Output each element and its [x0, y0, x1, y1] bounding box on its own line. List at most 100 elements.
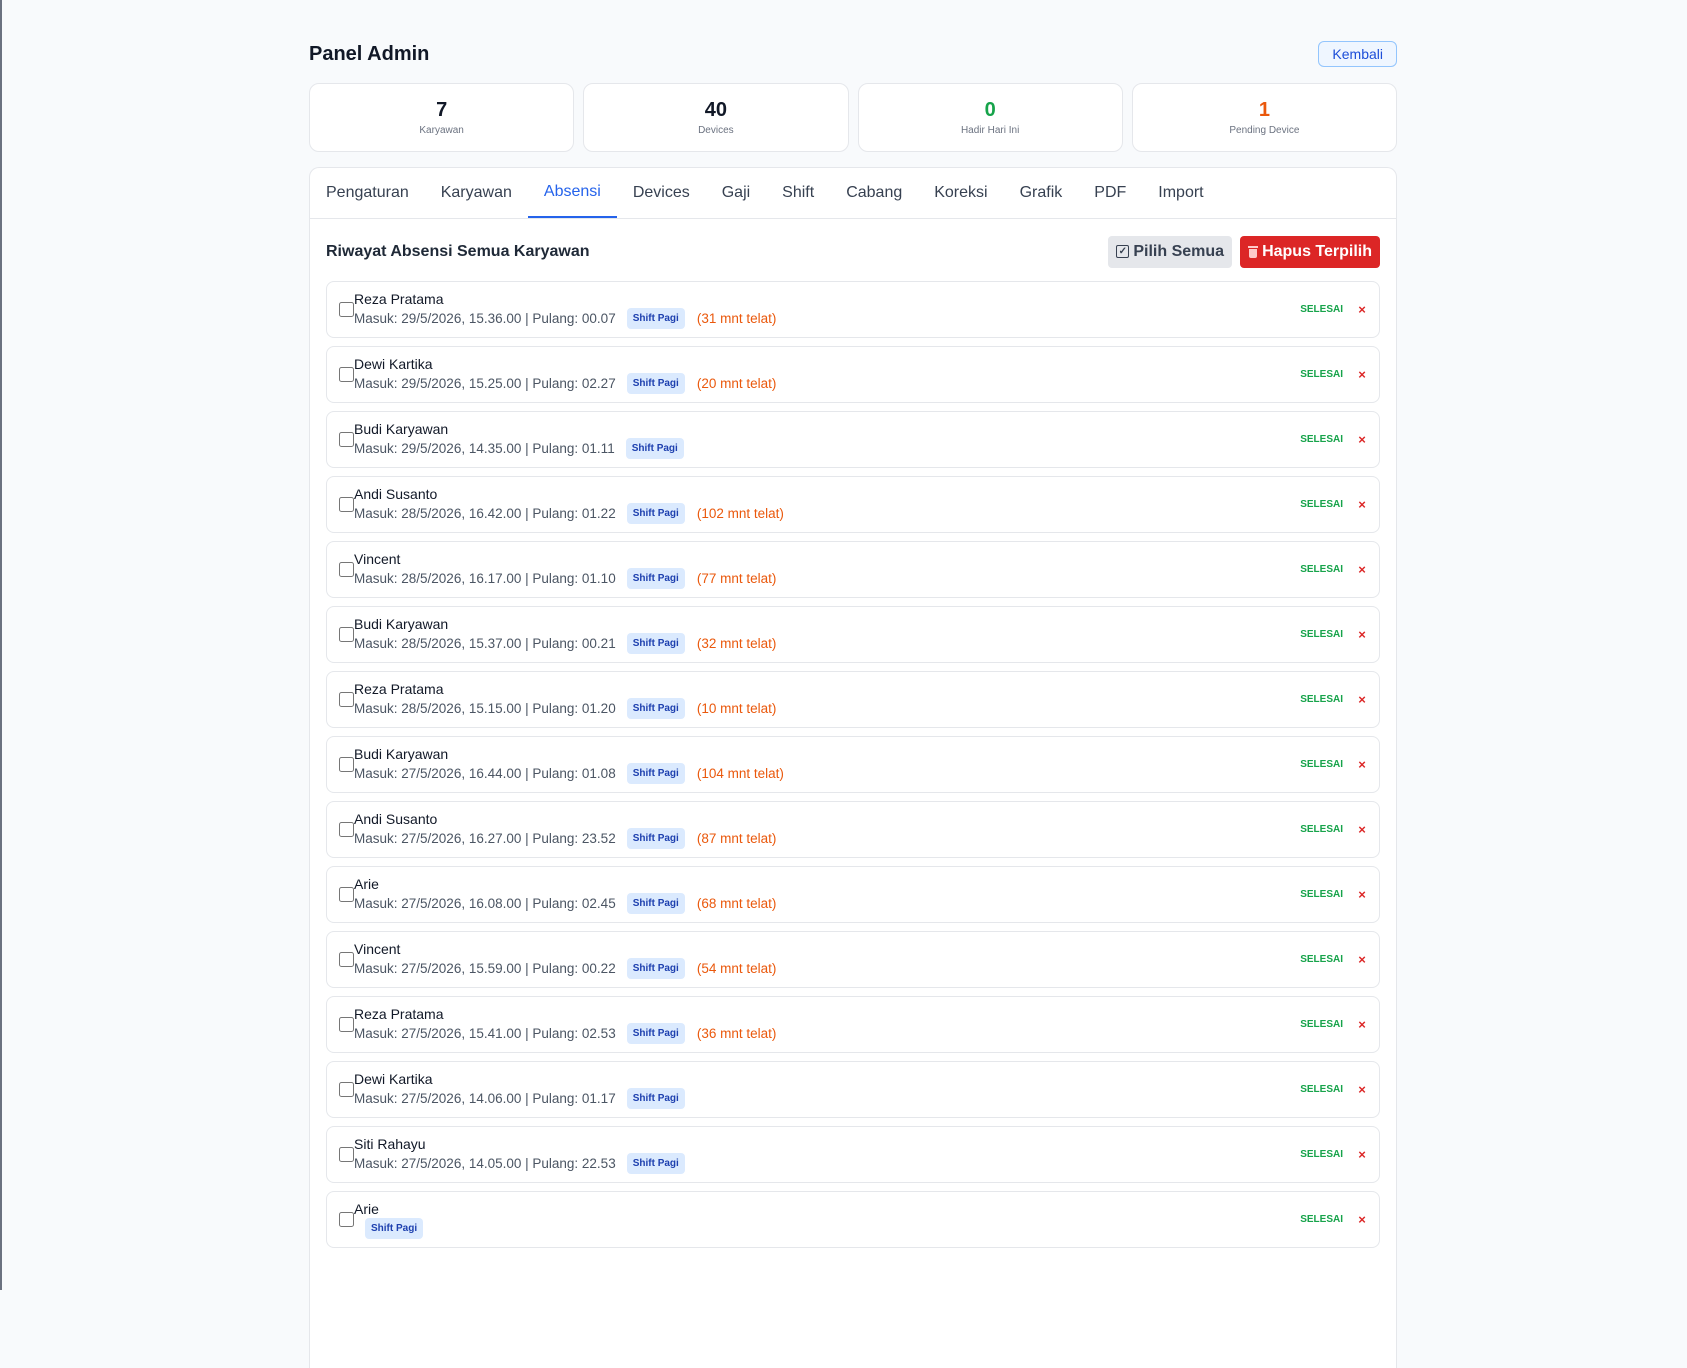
row-checkbox[interactable]: [339, 302, 354, 317]
tab-pdf[interactable]: PDF: [1078, 168, 1142, 218]
close-icon[interactable]: ×: [1357, 1212, 1367, 1227]
employee-name: Arie: [354, 1200, 379, 1217]
close-icon[interactable]: ×: [1357, 757, 1367, 772]
tab-import[interactable]: Import: [1142, 168, 1219, 218]
row-checkbox[interactable]: [339, 692, 354, 707]
stat-card: 7 Karyawan: [309, 83, 575, 152]
status-badge: SELESAI: [1300, 1149, 1343, 1160]
row-checkbox[interactable]: [339, 887, 354, 902]
row-checkbox[interactable]: [339, 497, 354, 512]
main-panel: Pengaturan Karyawan Absensi Devices Gaji Shif…: [309, 167, 1397, 1368]
close-icon[interactable]: ×: [1357, 822, 1367, 837]
row-checkbox[interactable]: [339, 627, 354, 642]
attendance-detail: Masuk: 27/5/2026, 15.41.00 | Pulang: 02.…: [354, 1022, 1300, 1044]
attendance-detail: Masuk: 29/5/2026, 15.36.00 | Pulang: 00.…: [354, 307, 1300, 329]
tab-absensi[interactable]: Absensi: [527, 168, 617, 218]
late-indicator: (104 mnt telat): [696, 765, 784, 781]
attendance-detail: Masuk: 29/5/2026, 14.35.00 | Pulang: 01.…: [354, 437, 1300, 459]
attendance-row: Vincent Masuk: 28/5/2026, 16.17.00 | Pula…: [326, 541, 1380, 598]
employee-name: Dewi Kartika: [354, 1070, 433, 1087]
attendance-detail: Masuk: 27/5/2026, 16.44.00 | Pulang: 01.…: [354, 762, 1300, 784]
attendance-detail: Masuk: 27/5/2026, 15.59.00 | Pulang: 00.…: [354, 957, 1300, 979]
row-checkbox[interactable]: [339, 1212, 354, 1227]
employee-name: Andi Susanto: [354, 810, 438, 827]
shift-badge: Shift Pagi: [626, 567, 685, 589]
tab-karyawan[interactable]: Karyawan: [425, 168, 528, 218]
tab-pengaturan[interactable]: Pengaturan: [310, 168, 425, 218]
checkbox-icon: ✓: [1116, 245, 1130, 258]
tab-grafik[interactable]: Grafik: [1004, 168, 1079, 218]
row-checkbox[interactable]: [339, 952, 354, 967]
attendance-row: Arie Shift Pagi SELESAI ×: [326, 1191, 1380, 1248]
tab-koreksi[interactable]: Koreksi: [918, 168, 1003, 218]
stats-row: 7 Karyawan 40 Devices 0 Hadir Hari Ini 1 Pendin…: [309, 83, 1397, 152]
close-icon[interactable]: ×: [1357, 1017, 1367, 1032]
late-indicator: (87 mnt telat): [696, 830, 777, 846]
close-icon[interactable]: ×: [1357, 692, 1367, 707]
attendance-row: Reza Pratama Masuk: 27/5/2026, 15.41.00 |…: [326, 996, 1380, 1053]
shift-badge: Shift Pagi: [626, 1152, 685, 1174]
tab-devices[interactable]: Devices: [617, 168, 706, 218]
row-info: Budi Karyawan Masuk: 27/5/2026, 16.44.00 …: [354, 746, 1300, 784]
employee-name: Arie: [354, 875, 379, 892]
row-info: Siti Rahayu Masuk: 27/5/2026, 14.05.00 | …: [354, 1136, 1300, 1174]
stat-label: Pending Device: [1229, 125, 1300, 136]
close-icon[interactable]: ×: [1357, 432, 1367, 447]
status-badge: SELESAI: [1300, 824, 1343, 835]
row-checkbox[interactable]: [339, 367, 354, 382]
attendance-list: Reza Pratama Masuk: 29/5/2026, 15.36.00 |…: [326, 281, 1380, 1248]
tab-gaji[interactable]: Gaji: [706, 168, 766, 218]
stat-value: 7: [436, 99, 448, 121]
attendance-detail: Masuk: 27/5/2026, 14.06.00 | Pulang: 01.…: [354, 1087, 1300, 1109]
shift-badge: Shift Pagi: [365, 1217, 424, 1239]
stat-value: 40: [704, 99, 727, 121]
close-icon[interactable]: ×: [1357, 562, 1367, 577]
row-info: Andi Susanto Masuk: 27/5/2026, 16.27.00 |…: [354, 811, 1300, 849]
close-icon[interactable]: ×: [1357, 1082, 1367, 1097]
close-icon[interactable]: ×: [1357, 367, 1367, 382]
row-info: Arie Masuk: 27/5/2026, 16.08.00 | Pulang:…: [354, 876, 1300, 914]
employee-name: Reza Pratama: [354, 680, 444, 697]
row-checkbox[interactable]: [339, 432, 354, 447]
employee-name: Budi Karyawan: [354, 745, 449, 762]
attendance-row: Dewi Kartika Masuk: 29/5/2026, 15.25.00 |…: [326, 346, 1380, 403]
select-all-button[interactable]: ✓ Pilih Semua: [1108, 235, 1233, 268]
close-icon[interactable]: ×: [1357, 952, 1367, 967]
attendance-detail: Masuk: 28/5/2026, 15.37.00 | Pulang: 00.…: [354, 632, 1300, 654]
status-badge: SELESAI: [1300, 369, 1343, 380]
attendance-row: Andi Susanto Masuk: 27/5/2026, 16.27.00 |…: [326, 801, 1380, 858]
back-button[interactable]: Kembali: [1318, 41, 1397, 67]
shift-badge: Shift Pagi: [626, 307, 685, 329]
close-icon[interactable]: ×: [1357, 497, 1367, 512]
tab-cabang[interactable]: Cabang: [830, 168, 918, 218]
status-badge: SELESAI: [1300, 694, 1343, 705]
shift-badge: Shift Pagi: [625, 437, 684, 459]
row-info: Arie Shift Pagi: [354, 1201, 1300, 1239]
row-checkbox[interactable]: [339, 1147, 354, 1162]
row-checkbox[interactable]: [339, 1017, 354, 1032]
check-in-out-time: Masuk: 28/5/2026, 15.15.00 | Pulang: 01.…: [354, 700, 616, 716]
row-checkbox[interactable]: [339, 757, 354, 772]
tab-shift[interactable]: Shift: [766, 168, 830, 218]
late-indicator: (31 mnt telat): [696, 310, 777, 326]
attendance-row: Dewi Kartika Masuk: 27/5/2026, 14.06.00 |…: [326, 1061, 1380, 1118]
close-icon[interactable]: ×: [1357, 302, 1367, 317]
shift-badge: Shift Pagi: [626, 892, 685, 914]
row-checkbox[interactable]: [339, 1082, 354, 1097]
attendance-detail: Masuk: 27/5/2026, 16.08.00 | Pulang: 02.…: [354, 892, 1300, 914]
close-icon[interactable]: ×: [1357, 627, 1367, 642]
status-badge: SELESAI: [1300, 759, 1343, 770]
close-icon[interactable]: ×: [1357, 1147, 1367, 1162]
check-in-out-time: Masuk: 29/5/2026, 15.25.00 | Pulang: 02.…: [354, 375, 616, 391]
row-checkbox[interactable]: [339, 822, 354, 837]
close-icon[interactable]: ×: [1357, 887, 1367, 902]
status-badge: SELESAI: [1300, 1084, 1343, 1095]
attendance-detail: Shift Pagi: [354, 1217, 1300, 1239]
row-checkbox[interactable]: [339, 562, 354, 577]
check-in-out-time: Masuk: 28/5/2026, 16.42.00 | Pulang: 01.…: [354, 505, 616, 521]
stat-label: Hadir Hari Ini: [960, 125, 1020, 136]
check-in-out-time: Masuk: 27/5/2026, 16.27.00 | Pulang: 23.…: [354, 830, 616, 846]
employee-name: Dewi Kartika: [354, 355, 433, 372]
trash-icon: [1248, 245, 1259, 258]
delete-selected-button[interactable]: Hapus Terpilih: [1240, 235, 1380, 268]
